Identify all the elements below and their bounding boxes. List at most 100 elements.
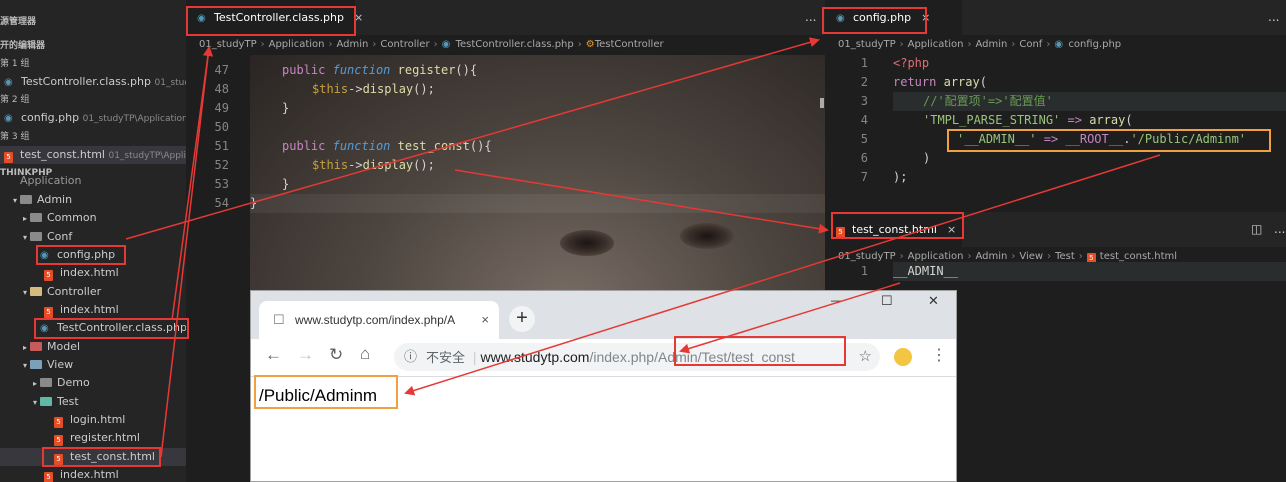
tree-label: login.html — [70, 413, 126, 426]
chevron-right-icon: › — [1011, 39, 1016, 50]
code-line[interactable]: <?php — [893, 54, 929, 73]
line-number: 51 — [214, 139, 229, 153]
info-icon[interactable]: ⓘ — [404, 343, 417, 371]
crumb[interactable]: Application — [269, 39, 325, 50]
crumb[interactable]: Application — [908, 39, 964, 50]
tree-item-model[interactable]: ▸ Model — [0, 338, 186, 356]
code-line[interactable]: } — [250, 194, 257, 213]
tree-label: Conf — [47, 230, 73, 243]
code-line[interactable]: //'配置项'=>'配置值' — [923, 92, 1053, 111]
token: function — [332, 63, 391, 77]
crumb[interactable]: 01_studyTP — [199, 39, 257, 50]
more-actions-icon[interactable]: ... — [1268, 10, 1279, 24]
more-actions-icon[interactable]: ... — [1274, 222, 1285, 236]
code-line[interactable]: ) — [923, 149, 930, 168]
photo-eye — [560, 230, 614, 256]
group-2-label: 第 2 组 — [0, 95, 30, 105]
tree-item-view[interactable]: ▾ View — [0, 356, 186, 374]
tree-item-index-html[interactable]: 5 index.html — [0, 301, 186, 319]
html-file-icon: 5 — [4, 152, 13, 163]
open-editor-path: 01_studyTP\Application... — [82, 114, 186, 124]
reload-icon[interactable]: ↻ — [329, 345, 343, 365]
token: array — [1089, 113, 1126, 127]
annotation-box-orange — [947, 129, 1271, 152]
line-number: 54 — [214, 196, 229, 210]
crumb[interactable]: Test — [1055, 251, 1075, 262]
scrollbar-thumb[interactable] — [820, 98, 824, 108]
tree-item-conf[interactable]: ▾ Conf — [0, 228, 186, 246]
tree-item-common[interactable]: ▸ Common — [0, 209, 186, 227]
divider: | — [472, 349, 477, 365]
folder-icon — [30, 360, 42, 369]
crumb[interactable]: 01_studyTP — [838, 39, 896, 50]
token: $this — [312, 82, 349, 96]
forward-icon[interactable]: → — [297, 345, 314, 365]
crumb[interactable]: View — [1019, 251, 1043, 262]
new-tab-button[interactable]: + — [509, 306, 535, 332]
php-file-icon: ◉ — [4, 113, 13, 124]
code-line[interactable]: 'TMPL_PARSE_STRING' => array( — [923, 111, 1133, 130]
tree-item-index-html[interactable]: 5 index.html — [0, 466, 186, 482]
crumb[interactable]: TestController.class.php — [456, 39, 574, 50]
crumb[interactable]: Application — [908, 251, 964, 262]
code-line[interactable]: public function register(){ — [282, 61, 477, 80]
code-line[interactable]: } — [282, 99, 289, 118]
tree-item-admin[interactable]: ▾ Admin — [0, 191, 186, 209]
token: register — [397, 63, 456, 77]
minimize-button[interactable]: — — [831, 293, 843, 307]
crumb[interactable]: test_const.html — [1100, 251, 1177, 262]
close-icon[interactable]: × — [481, 301, 489, 339]
tree-item-index-html[interactable]: 5 index.html — [0, 264, 186, 282]
crumb[interactable]: config.php — [1068, 39, 1121, 50]
code-line[interactable]: public function test_const(){ — [282, 137, 492, 156]
home-icon[interactable]: ⌂ — [360, 344, 370, 364]
close-window-button[interactable]: ✕ — [928, 293, 939, 309]
code-line[interactable]: return array( — [893, 73, 987, 92]
project-root[interactable]: Application — [0, 176, 186, 186]
crumb[interactable]: Conf — [1019, 39, 1042, 50]
tree-item-login-html[interactable]: 5 login.html — [0, 411, 186, 429]
chevron-right-icon: › — [1011, 251, 1016, 262]
tree-label: index.html — [60, 468, 119, 481]
open-editor-item-test-const[interactable]: 5 test_const.html 01_studyTP\Applic... — [0, 146, 186, 164]
annotation-box — [831, 212, 964, 239]
crumb[interactable]: 01_studyTP — [838, 251, 896, 262]
crumb[interactable]: Admin — [975, 39, 1007, 50]
tree-item-test[interactable]: ▾ Test — [0, 393, 186, 411]
code-line[interactable]: } — [282, 175, 289, 194]
tree-label: Admin — [37, 193, 73, 206]
chevron-right-icon: › — [899, 251, 904, 262]
split-editor-icon[interactable]: ◫ — [1251, 222, 1262, 236]
maximize-button[interactable]: ☐ — [881, 293, 893, 309]
code-line[interactable]: ); — [893, 168, 907, 187]
crumb[interactable]: Controller — [380, 39, 429, 50]
crumb[interactable]: Admin — [336, 39, 368, 50]
tree-item-register-html[interactable]: 5 register.html — [0, 429, 186, 447]
folder-icon — [30, 287, 42, 296]
more-actions-icon[interactable]: ... — [805, 10, 816, 24]
code-line[interactable]: $this->display(); — [312, 156, 435, 175]
code-line[interactable]: __ADMIN__ — [893, 262, 958, 281]
open-editor-item-testcontroller[interactable]: ◉ TestController.class.php 01_study — [0, 73, 186, 91]
chevron-right-icon: › — [328, 39, 333, 50]
open-editor-file: TestController.class.php — [21, 75, 151, 88]
chevron-down-icon: ▾ — [22, 361, 27, 370]
extension-emoji-icon[interactable] — [894, 348, 912, 366]
bookmark-star-icon[interactable]: ☆ — [859, 343, 872, 371]
token: (); — [413, 158, 435, 172]
folder-icon — [40, 397, 52, 406]
url-host: www.studytp.com — [480, 349, 590, 365]
code-line[interactable]: $this->display(); — [312, 80, 435, 99]
html-file-icon: 5 — [44, 472, 53, 482]
browser-tab[interactable]: ☐ www.studytp.com/index.php/A × — [259, 301, 499, 339]
open-editor-item-config[interactable]: ◉ config.php 01_studyTP\Application... — [0, 109, 186, 127]
menu-kebab-icon[interactable]: ⋮ — [931, 345, 947, 365]
tree-item-demo[interactable]: ▸ Demo — [0, 374, 186, 392]
back-icon[interactable]: ← — [265, 345, 282, 365]
crumb[interactable]: TestController — [595, 39, 664, 50]
crumb[interactable]: Admin — [975, 251, 1007, 262]
tree-item-controller[interactable]: ▾ Controller — [0, 283, 186, 301]
open-editors-title[interactable]: 开的编辑器 — [0, 37, 186, 55]
group-1-label: 第 1 组 — [0, 59, 30, 69]
explorer-sidebar: 源管理器 开的编辑器 第 1 组 ◉ TestController.class.p… — [0, 0, 186, 482]
